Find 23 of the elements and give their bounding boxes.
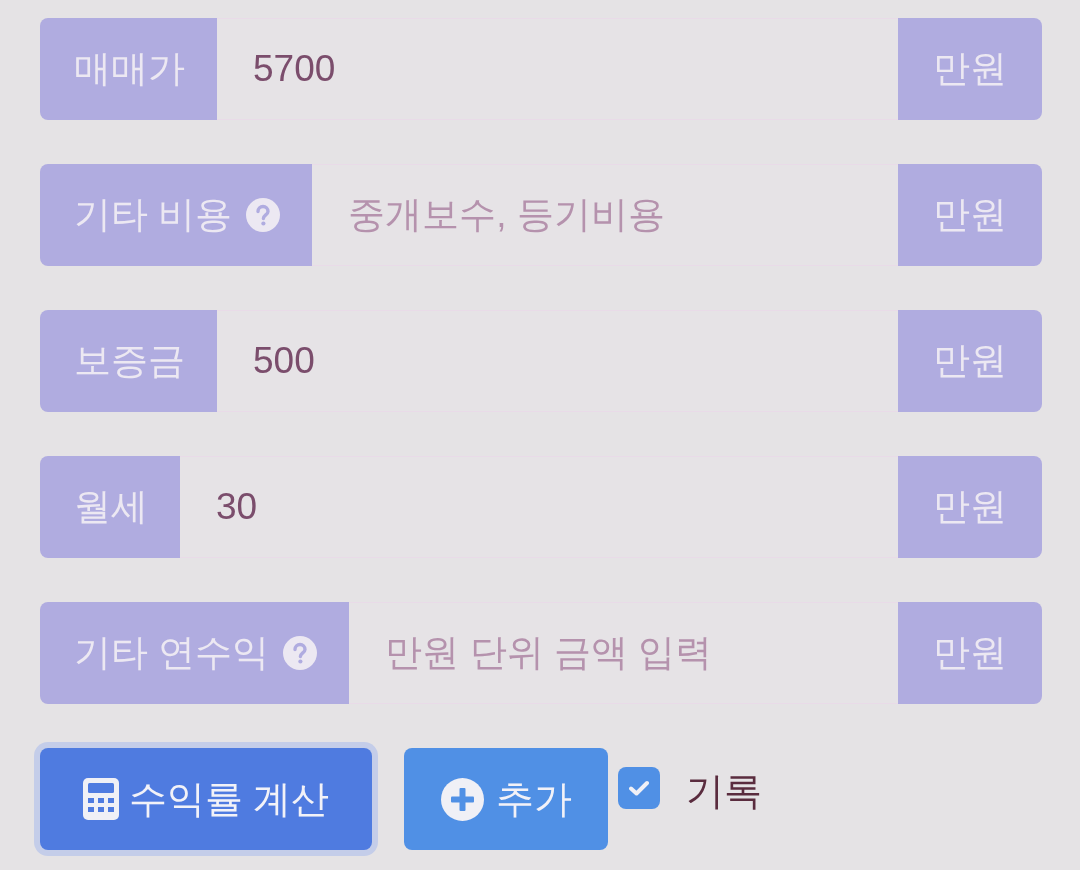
check-icon — [629, 780, 649, 796]
field-label: 월세 — [40, 456, 180, 558]
calculator-icon — [82, 778, 119, 820]
field-label: 보증금 — [40, 310, 217, 412]
input-field[interactable]: 만원 단위 금액 입력 — [349, 602, 898, 704]
checkbox[interactable] — [618, 767, 660, 809]
plus-circle-icon — [440, 777, 484, 821]
unit-label: 만원 — [898, 18, 1042, 120]
unit-label: 만원 — [898, 310, 1042, 412]
input-field[interactable]: 500 — [217, 310, 898, 412]
input-field[interactable]: 30 — [180, 456, 898, 558]
help-icon[interactable] — [246, 198, 281, 232]
unit-label: 만원 — [898, 602, 1042, 704]
input-field[interactable]: 5700 — [217, 18, 898, 120]
checkbox-label: 기록 — [686, 768, 762, 814]
field-label: 매매가 — [40, 18, 217, 120]
unit-label: 만원 — [898, 456, 1042, 558]
field-label-text: 기타 비용 — [74, 193, 233, 238]
field-label-text: 기타 연수익 — [74, 631, 270, 676]
unit-label: 만원 — [898, 164, 1042, 266]
add-button[interactable]: 추가 — [404, 748, 608, 850]
input-field[interactable]: 중개보수, 등기비용 — [312, 164, 898, 266]
help-icon[interactable] — [283, 636, 318, 670]
